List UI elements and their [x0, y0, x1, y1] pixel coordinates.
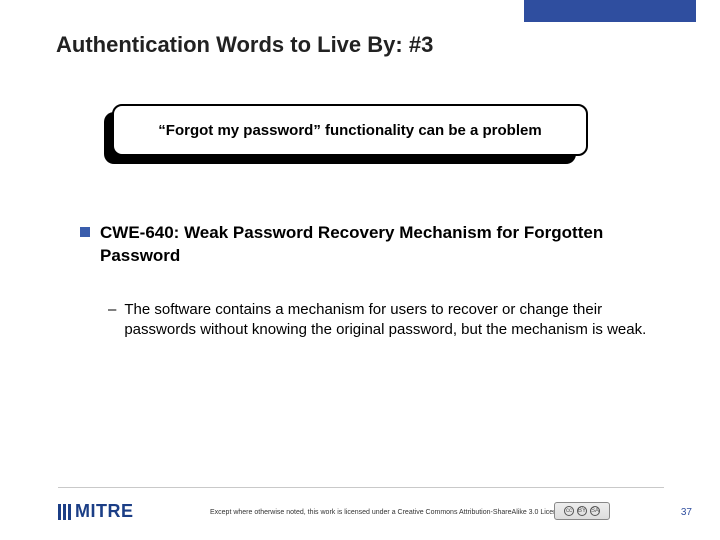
- cc-by-icon: BY: [577, 506, 587, 516]
- sub-bullet-row: – The software contains a mechanism for …: [108, 300, 660, 341]
- logo-bars-icon: [58, 504, 71, 520]
- bullet-text: CWE-640: Weak Password Recovery Mechanis…: [100, 222, 660, 268]
- license-text: Except where otherwise noted, this work …: [210, 509, 564, 516]
- dash-bullet-icon: –: [108, 300, 116, 320]
- mitre-logo: MITRE: [58, 501, 134, 522]
- body: CWE-640: Weak Password Recovery Mechanis…: [80, 222, 660, 340]
- square-bullet-icon: [80, 227, 90, 237]
- bullet-row: CWE-640: Weak Password Recovery Mechanis…: [80, 222, 660, 268]
- cc-icon: cc: [564, 506, 574, 516]
- callout-box: “Forgot my password” functionality can b…: [112, 104, 588, 156]
- cc-badge-icon: cc BY SA: [554, 502, 610, 520]
- cc-sa-icon: SA: [590, 506, 600, 516]
- slide: Authentication Words to Live By: #3 “For…: [0, 0, 720, 540]
- callout: “Forgot my password” functionality can b…: [104, 104, 588, 164]
- sub-bullet-text: The software contains a mechanism for us…: [124, 300, 660, 341]
- footer-divider: [58, 487, 664, 488]
- logo-text: MITRE: [75, 501, 134, 522]
- header-accent-bar: [524, 0, 696, 22]
- slide-title: Authentication Words to Live By: #3: [56, 32, 433, 58]
- page-number: 37: [681, 507, 692, 518]
- callout-text: “Forgot my password” functionality can b…: [158, 122, 541, 139]
